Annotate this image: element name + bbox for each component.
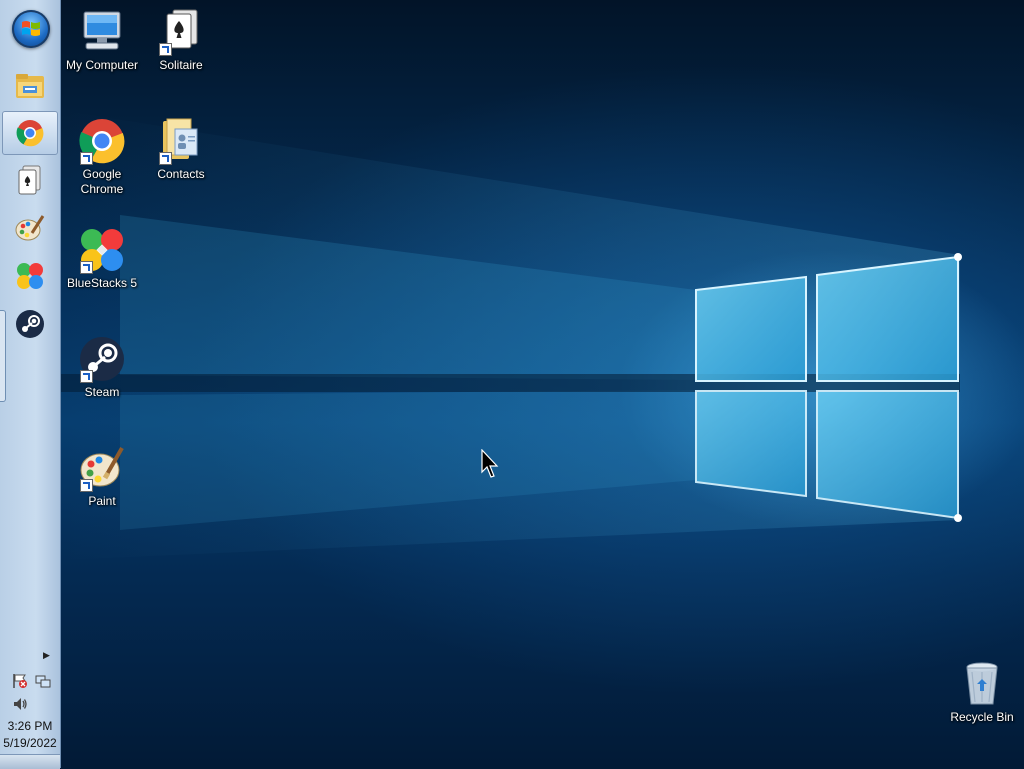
- desktop-icon-steam[interactable]: Steam: [64, 335, 140, 400]
- desktop-icon-label: Solitaire: [159, 58, 203, 72]
- taskbar: ▶ 3:26 PM 5/19/2022: [0, 0, 61, 769]
- taskbar-paint[interactable]: [2, 206, 58, 250]
- desktop-icon-my-computer[interactable]: My Computer: [64, 8, 140, 73]
- start-button[interactable]: [12, 10, 50, 48]
- taskbar-resize-handle[interactable]: [0, 310, 6, 402]
- windows-logo-light-graphic: [60, 110, 962, 560]
- show-desktop-button[interactable]: [0, 754, 60, 769]
- shortcut-arrow-icon: [159, 152, 172, 165]
- recycle-bin-icon: [966, 662, 998, 705]
- steam-icon: [16, 310, 44, 338]
- desktop-icon-label: Paint: [88, 494, 116, 508]
- taskbar-file-explorer[interactable]: [2, 64, 58, 108]
- desktop-icon-label: Contacts: [157, 167, 205, 181]
- desktop-icon-contacts[interactable]: Contacts: [143, 117, 219, 182]
- shortcut-arrow-icon: [80, 370, 93, 383]
- desktop-icon-label: Google Chrome: [80, 167, 124, 196]
- bluestacks-icon: [17, 263, 43, 289]
- desktop-icon-google-chrome[interactable]: Google Chrome: [64, 117, 140, 197]
- taskbar-solitaire[interactable]: [2, 158, 58, 202]
- clock-date[interactable]: 5/19/2022: [0, 736, 60, 750]
- shortcut-arrow-icon: [80, 261, 93, 274]
- desktop-icon-recycle-bin[interactable]: Recycle Bin: [944, 660, 1020, 725]
- network-icon[interactable]: [35, 673, 51, 689]
- chrome-icon: [16, 120, 44, 147]
- shortcut-arrow-icon: [80, 479, 93, 492]
- desktop-icon-label: My Computer: [65, 58, 139, 72]
- shortcut-arrow-icon: [80, 152, 93, 165]
- solitaire-icon: [18, 165, 41, 195]
- action-center-flag-icon[interactable]: [12, 673, 28, 689]
- mouse-cursor-icon: [481, 449, 499, 478]
- desktop-icon-label: Recycle Bin: [950, 710, 1014, 724]
- desktop-icon-solitaire[interactable]: Solitaire: [143, 8, 219, 73]
- folder-icon: [16, 74, 44, 98]
- desktop-icon-bluestacks[interactable]: BlueStacks 5: [64, 226, 140, 291]
- desktop-icon-label: Steam: [84, 385, 120, 399]
- computer-icon: [83, 11, 121, 50]
- paint-palette-icon: [15, 215, 45, 241]
- desktop-wallpaper: [0, 0, 1024, 768]
- taskbar-google-chrome[interactable]: [2, 111, 58, 155]
- taskbar-steam[interactable]: [2, 302, 58, 346]
- windows-orb-icon: [22, 21, 40, 36]
- clock-time[interactable]: 3:26 PM: [0, 719, 60, 733]
- volume-icon[interactable]: [12, 696, 28, 712]
- desktop-icon-label: BlueStacks 5: [66, 276, 138, 290]
- desktop-icon-paint[interactable]: Paint: [64, 444, 140, 509]
- taskbar-bluestacks[interactable]: [2, 254, 58, 298]
- tray-expand-arrow-icon[interactable]: ▶: [43, 650, 50, 661]
- shortcut-arrow-icon: [159, 43, 172, 56]
